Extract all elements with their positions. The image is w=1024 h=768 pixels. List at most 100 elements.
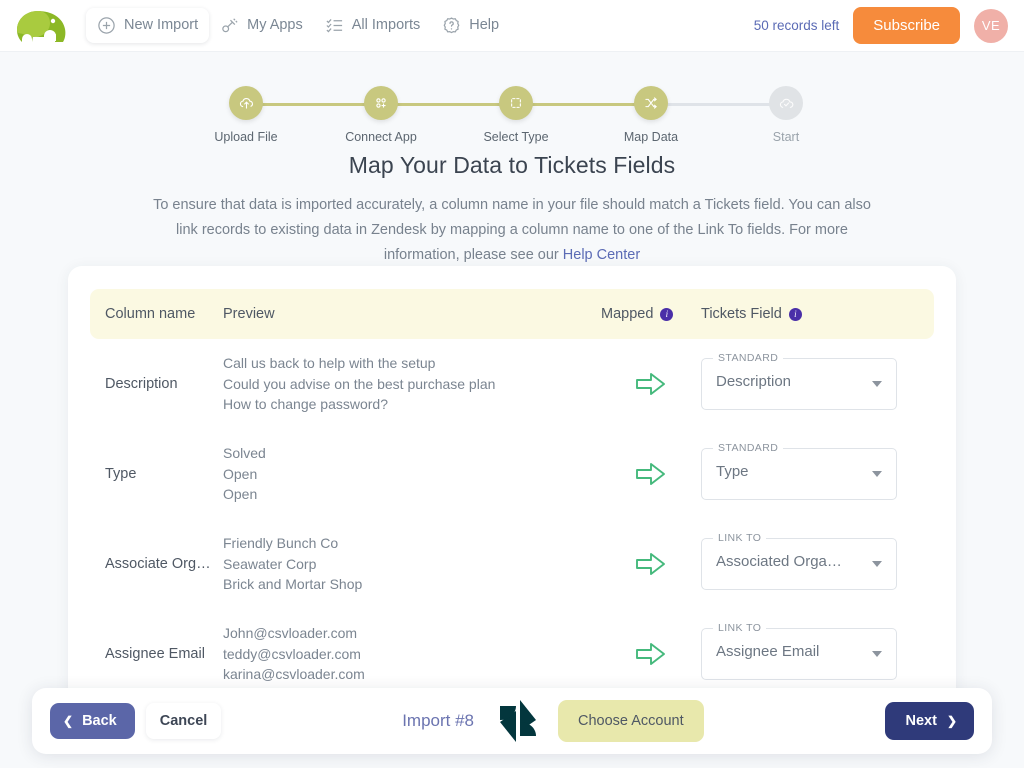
table-row: Type Solved Open Open STANDARD Type: [90, 429, 934, 519]
select-value: Type: [716, 463, 749, 480]
green-arrow-right-icon: [634, 369, 668, 399]
help-center-link[interactable]: Help Center: [563, 247, 640, 263]
row-preview: John@csvloader.com teddy@csvloader.com k…: [223, 623, 601, 685]
tickets-field-select[interactable]: LINK TO Associated Orga…: [701, 538, 897, 590]
select-legend: STANDARD: [713, 352, 783, 364]
app-header: New Import My Apps All Imports: [0, 0, 1024, 52]
cloud-check-icon: [769, 86, 803, 120]
step-upload-file-label: Upload File: [214, 130, 277, 144]
nav-new-import-label: New Import: [124, 18, 198, 33]
step-upload-file[interactable]: Upload File: [211, 86, 281, 144]
th-preview: Preview: [223, 306, 601, 322]
back-button-label: Back: [82, 713, 117, 729]
row-field-cell: STANDARD Description: [701, 358, 901, 410]
back-button[interactable]: ❮ Back: [50, 703, 135, 739]
page-title: Map Your Data to Tickets Fields: [0, 152, 1024, 179]
avatar[interactable]: VE: [974, 9, 1008, 43]
green-arrow-right-icon: [634, 459, 668, 489]
chevron-down-icon[interactable]: [872, 471, 882, 477]
green-arrow-right-icon: [634, 639, 668, 669]
row-preview: Call us back to help with the setup Coul…: [223, 353, 601, 415]
header-actions: 50 records left Subscribe VE: [754, 7, 1024, 44]
row-column-name: Assignee Email: [90, 646, 223, 662]
main-nav: New Import My Apps All Imports: [86, 8, 510, 43]
step-select-type[interactable]: Select Type: [481, 86, 551, 144]
chevron-down-icon[interactable]: [872, 651, 882, 657]
mapping-card: Column name Preview Mapped i Tickets Fie…: [68, 266, 956, 698]
tickets-field-select[interactable]: STANDARD Type: [701, 448, 897, 500]
select-legend: LINK TO: [713, 622, 766, 634]
mapping-rows: Description Call us back to help with th…: [68, 339, 956, 698]
step-map-data-label: Map Data: [624, 130, 678, 144]
green-arrow-right-icon: [634, 549, 668, 579]
step-map-data[interactable]: Map Data: [616, 86, 686, 144]
select-legend: LINK TO: [713, 532, 766, 544]
step-start[interactable]: Start: [751, 86, 821, 144]
chevron-down-icon[interactable]: [872, 561, 882, 567]
nav-all-imports-label: All Imports: [352, 18, 421, 33]
cancel-button[interactable]: Cancel: [146, 703, 222, 739]
row-field-cell: LINK TO Assignee Email: [701, 628, 901, 680]
dashed-square-icon: [499, 86, 533, 120]
footer-action-bar: ❮ Back Cancel Import #8 Choose Account N…: [32, 688, 992, 754]
checklist-icon: [325, 16, 344, 35]
table-row: Associate Org… Friendly Bunch Co Seawate…: [90, 519, 934, 609]
th-mapped: Mapped i: [601, 306, 701, 322]
plus-circle-icon: [97, 16, 116, 35]
nav-new-import[interactable]: New Import: [86, 8, 209, 43]
row-column-name: Associate Org…: [90, 556, 223, 572]
table-row: Assignee Email John@csvloader.com teddy@…: [90, 609, 934, 698]
th-mapped-label: Mapped: [601, 306, 653, 322]
zendesk-logo: [496, 700, 540, 742]
th-tickets-field-label: Tickets Field: [701, 306, 782, 322]
table-header-row: Column name Preview Mapped i Tickets Fie…: [90, 289, 934, 339]
row-column-name: Type: [90, 466, 223, 482]
next-button-label: Next: [906, 713, 937, 729]
nav-help[interactable]: Help: [431, 8, 510, 43]
mapped-info-icon[interactable]: i: [660, 308, 673, 321]
tickets-field-select[interactable]: STANDARD Description: [701, 358, 897, 410]
chevron-right-icon: ❯: [947, 715, 957, 727]
nav-my-apps[interactable]: My Apps: [209, 8, 314, 43]
row-preview: Solved Open Open: [223, 443, 601, 505]
table-row: Description Call us back to help with th…: [90, 339, 934, 429]
select-value: Associated Orga…: [716, 553, 842, 570]
tickets-field-info-icon[interactable]: i: [789, 308, 802, 321]
select-value: Assignee Email: [716, 643, 819, 660]
step-connect-app-label: Connect App: [345, 130, 417, 144]
row-mapped-cell: [601, 639, 701, 669]
step-select-type-label: Select Type: [483, 130, 548, 144]
th-tickets-field: Tickets Field i: [701, 306, 901, 322]
row-field-cell: LINK TO Associated Orga…: [701, 538, 901, 590]
select-value: Description: [716, 373, 791, 390]
step-start-label: Start: [773, 130, 799, 144]
th-column-name: Column name: [90, 306, 223, 322]
next-button[interactable]: Next ❯: [885, 702, 975, 740]
subscribe-button[interactable]: Subscribe: [853, 7, 960, 44]
row-column-name: Description: [90, 376, 223, 392]
page-description-text: To ensure that data is imported accurate…: [153, 197, 871, 263]
row-mapped-cell: [601, 459, 701, 489]
nav-my-apps-label: My Apps: [247, 18, 303, 33]
page-description: To ensure that data is imported accurate…: [149, 193, 875, 268]
records-left-counter: 50 records left: [754, 18, 840, 33]
th-column-name-label: Column name: [105, 306, 195, 322]
progress-stepper: Upload File Connect App Select Type: [0, 86, 1024, 148]
page-header-block: Map Your Data to Tickets Fields To ensur…: [0, 152, 1024, 268]
tickets-field-select[interactable]: LINK TO Assignee Email: [701, 628, 897, 680]
nav-help-label: Help: [469, 18, 499, 33]
choose-account-button[interactable]: Choose Account: [558, 700, 704, 742]
row-mapped-cell: [601, 369, 701, 399]
th-preview-label: Preview: [223, 306, 275, 322]
step-connect-app[interactable]: Connect App: [346, 86, 416, 144]
nav-all-imports[interactable]: All Imports: [314, 8, 432, 43]
shuffle-icon: [634, 86, 668, 120]
select-legend: STANDARD: [713, 442, 783, 454]
chevron-down-icon[interactable]: [872, 381, 882, 387]
cloud-upload-icon: [229, 86, 263, 120]
plug-connector-icon: [220, 16, 239, 35]
row-mapped-cell: [601, 549, 701, 579]
apps-grid-icon: [364, 86, 398, 120]
import-id-label: Import #8: [402, 711, 474, 731]
csvloader-elephant-logo[interactable]: [12, 7, 70, 45]
